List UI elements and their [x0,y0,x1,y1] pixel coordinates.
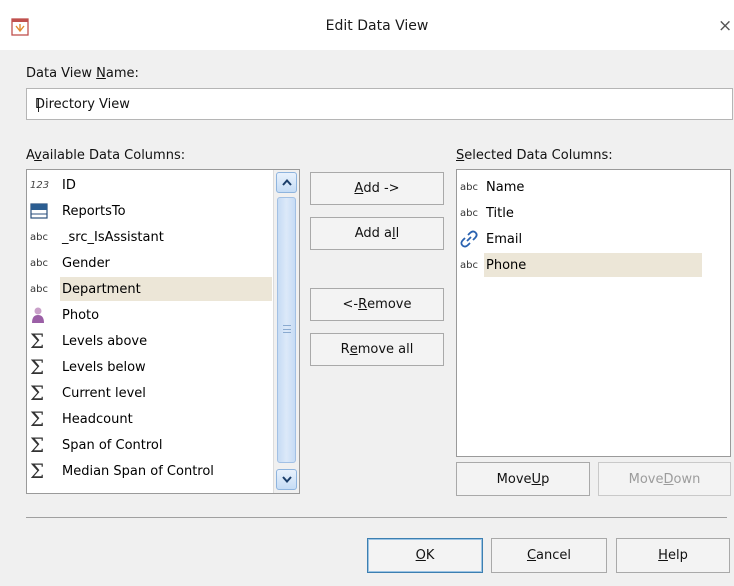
list-item[interactable]: abc Title [460,201,702,225]
data-view-name-input[interactable] [26,88,733,120]
list-item[interactable]: Photo [30,303,272,327]
reports-to-icon [30,203,48,219]
ok-button[interactable]: OK [367,538,483,573]
sigma-icon: Σ [30,329,45,353]
sigma-icon: Σ [30,459,45,483]
move-down-button[interactable]: Move Down [598,462,731,496]
selected-columns-label: Selected Data Columns: [456,148,613,163]
list-item[interactable]: 123 ID [30,173,272,197]
available-columns-label: Available Data Columns: [26,148,186,163]
grip-icon [283,325,291,333]
list-item[interactable]: Σ Levels below [30,355,272,379]
title-bar: Edit Data View × [0,0,734,50]
text-type-icon: abc [460,181,478,193]
sigma-icon: Σ [30,407,45,431]
cancel-button[interactable]: Cancel [491,538,607,573]
list-item[interactable]: Σ Median Span of Control [30,459,272,483]
text-type-icon: abc [30,231,48,243]
close-icon[interactable]: × [718,15,734,37]
list-item[interactable]: abc Gender [30,251,272,275]
help-button[interactable]: Help [616,538,730,573]
list-item[interactable]: abc Department [30,277,272,301]
chevron-up-icon [281,179,292,186]
link-icon [460,230,478,248]
data-view-name-label: Data View Name: [26,66,139,81]
text-type-icon: abc [460,207,478,219]
list-item[interactable]: abc Phone [460,253,702,277]
list-item[interactable]: Σ Headcount [30,407,272,431]
add-button[interactable]: Add -> [310,172,444,205]
text-type-icon: abc [30,257,48,269]
remove-button[interactable]: <- Remove [310,288,444,321]
text-caret [38,98,39,112]
number-type-icon: 123 [30,179,50,191]
sigma-icon: Σ [30,381,45,405]
chevron-down-icon [281,476,292,483]
scroll-down-button[interactable] [276,469,297,490]
scroll-up-button[interactable] [276,172,297,193]
list-item[interactable]: abc Name [460,175,702,199]
available-columns-list[interactable]: 123 ID ReportsTo abc _src_IsAssistant ab… [26,169,300,494]
sigma-icon: Σ [30,355,45,379]
list-item[interactable]: Email [460,227,702,251]
footer-divider [26,517,727,518]
text-type-icon: abc [30,283,48,295]
list-item[interactable]: Σ Current level [30,381,272,405]
list-item[interactable]: Σ Levels above [30,329,272,353]
sigma-icon: Σ [30,433,45,457]
window-title: Edit Data View [325,18,429,34]
list-item-label-highlighted: Department [60,277,272,301]
list-item[interactable]: Σ Span of Control [30,433,272,457]
move-up-button[interactable]: Move Up [456,462,590,496]
list-item[interactable]: abc _src_IsAssistant [30,225,272,249]
photo-icon [32,307,44,323]
available-list-scrollbar[interactable] [273,170,299,493]
scrollbar-thumb[interactable] [277,197,296,463]
list-item[interactable]: ReportsTo [30,199,272,223]
text-type-icon: abc [460,259,478,271]
list-item-label-highlighted: Phone [484,253,702,277]
selected-columns-list[interactable]: abc Name abc Title Email abc Phone [456,169,731,457]
remove-all-button[interactable]: Re move all [310,333,444,366]
add-all-button[interactable]: Add all [310,217,444,250]
